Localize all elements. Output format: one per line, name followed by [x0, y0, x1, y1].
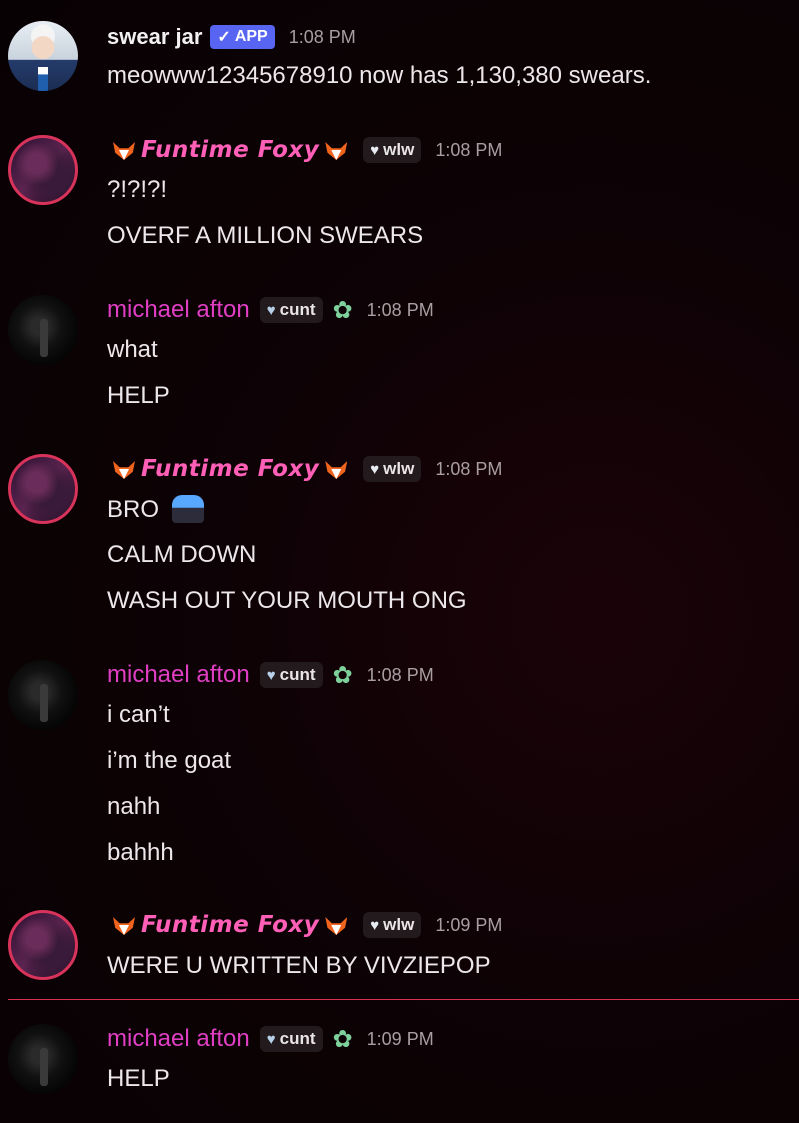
heart-icon: ♥: [266, 1030, 276, 1048]
timestamp[interactable]: 1:08 PM: [289, 27, 356, 48]
app-badge: ✓ APP: [210, 25, 275, 49]
avatar[interactable]: [8, 21, 78, 91]
avatar[interactable]: [8, 295, 78, 365]
timestamp[interactable]: 1:08 PM: [367, 665, 434, 686]
author-name[interactable]: swear jar: [107, 24, 202, 50]
message-text: ?!?!?!: [107, 176, 168, 203]
role-tag-label: cunt: [279, 1029, 316, 1048]
timestamp[interactable]: 1:08 PM: [435, 459, 502, 480]
timestamp[interactable]: 1:09 PM: [367, 1029, 434, 1050]
fox-icon: [323, 913, 349, 937]
author-name[interactable]: Funtime Foxy: [141, 912, 319, 938]
message-text: WERE U WRITTEN BY VIVZIEPOP: [107, 952, 491, 979]
message-line: BRO: [107, 495, 204, 524]
timestamp[interactable]: 1:09 PM: [435, 915, 502, 936]
message-text: meowww12345678910 now has 1,130,380 swea…: [107, 62, 652, 89]
fox-icon: [111, 913, 137, 937]
role-tag-label: wlw: [383, 140, 415, 159]
green-heart-flower-icon: ✿: [332, 296, 353, 324]
avatar[interactable]: [8, 910, 78, 980]
message-text: HELP: [107, 382, 170, 409]
role-tag[interactable]: ♥ wlw: [363, 137, 422, 163]
message-text: BRO: [107, 496, 160, 523]
app-badge-label: APP: [234, 28, 268, 45]
fox-icon: [323, 138, 349, 162]
author-name[interactable]: Funtime Foxy: [141, 456, 319, 482]
timestamp[interactable]: 1:08 PM: [435, 140, 502, 161]
fox-icon: [111, 138, 137, 162]
message-text: WASH OUT YOUR MOUTH ONG: [107, 587, 467, 614]
message-text: HELP: [107, 1065, 170, 1092]
heart-icon: ♥: [266, 666, 276, 684]
message-text: i’m the goat: [107, 747, 232, 774]
heart-icon: ♥: [266, 301, 276, 319]
timestamp[interactable]: 1:08 PM: [367, 300, 434, 321]
message-text: i can’t: [107, 701, 170, 728]
green-heart-flower-icon: ✿: [332, 1025, 353, 1053]
avatar[interactable]: [8, 1024, 78, 1094]
message-text: OVERF A MILLION SWEARS: [107, 222, 424, 249]
author-name[interactable]: michael afton: [107, 1025, 250, 1053]
role-tag-label: cunt: [279, 300, 316, 319]
message-text: what: [107, 336, 158, 363]
white-heart-icon: ♥: [370, 460, 380, 478]
role-tag-label: wlw: [383, 459, 415, 478]
check-icon: ✓: [217, 29, 231, 46]
role-tag[interactable]: ♥ cunt: [259, 1026, 323, 1052]
author-name[interactable]: michael afton: [107, 296, 250, 324]
fox-icon: [111, 457, 137, 481]
message-text: CALM DOWN: [107, 541, 257, 568]
message-text: bahhh: [107, 839, 174, 866]
white-heart-icon: ♥: [370, 141, 380, 159]
avatar[interactable]: [8, 135, 78, 205]
role-tag[interactable]: ♥ cunt: [259, 662, 323, 688]
new-messages-divider: [8, 999, 799, 1000]
role-tag-label: wlw: [383, 915, 415, 934]
role-tag[interactable]: ♥ wlw: [363, 912, 422, 938]
white-heart-icon: ♥: [370, 916, 380, 934]
fox-icon: [323, 457, 349, 481]
author-name[interactable]: Funtime Foxy: [141, 137, 319, 163]
message-text: nahh: [107, 793, 161, 820]
green-heart-flower-icon: ✿: [332, 661, 353, 689]
screaming-face-emoji: [171, 495, 204, 523]
role-tag[interactable]: ♥ wlw: [363, 456, 422, 482]
avatar[interactable]: [8, 454, 78, 524]
role-tag-label: cunt: [279, 665, 316, 684]
author-name[interactable]: michael afton: [107, 661, 250, 689]
role-tag[interactable]: ♥ cunt: [259, 297, 323, 323]
avatar[interactable]: [8, 660, 78, 730]
